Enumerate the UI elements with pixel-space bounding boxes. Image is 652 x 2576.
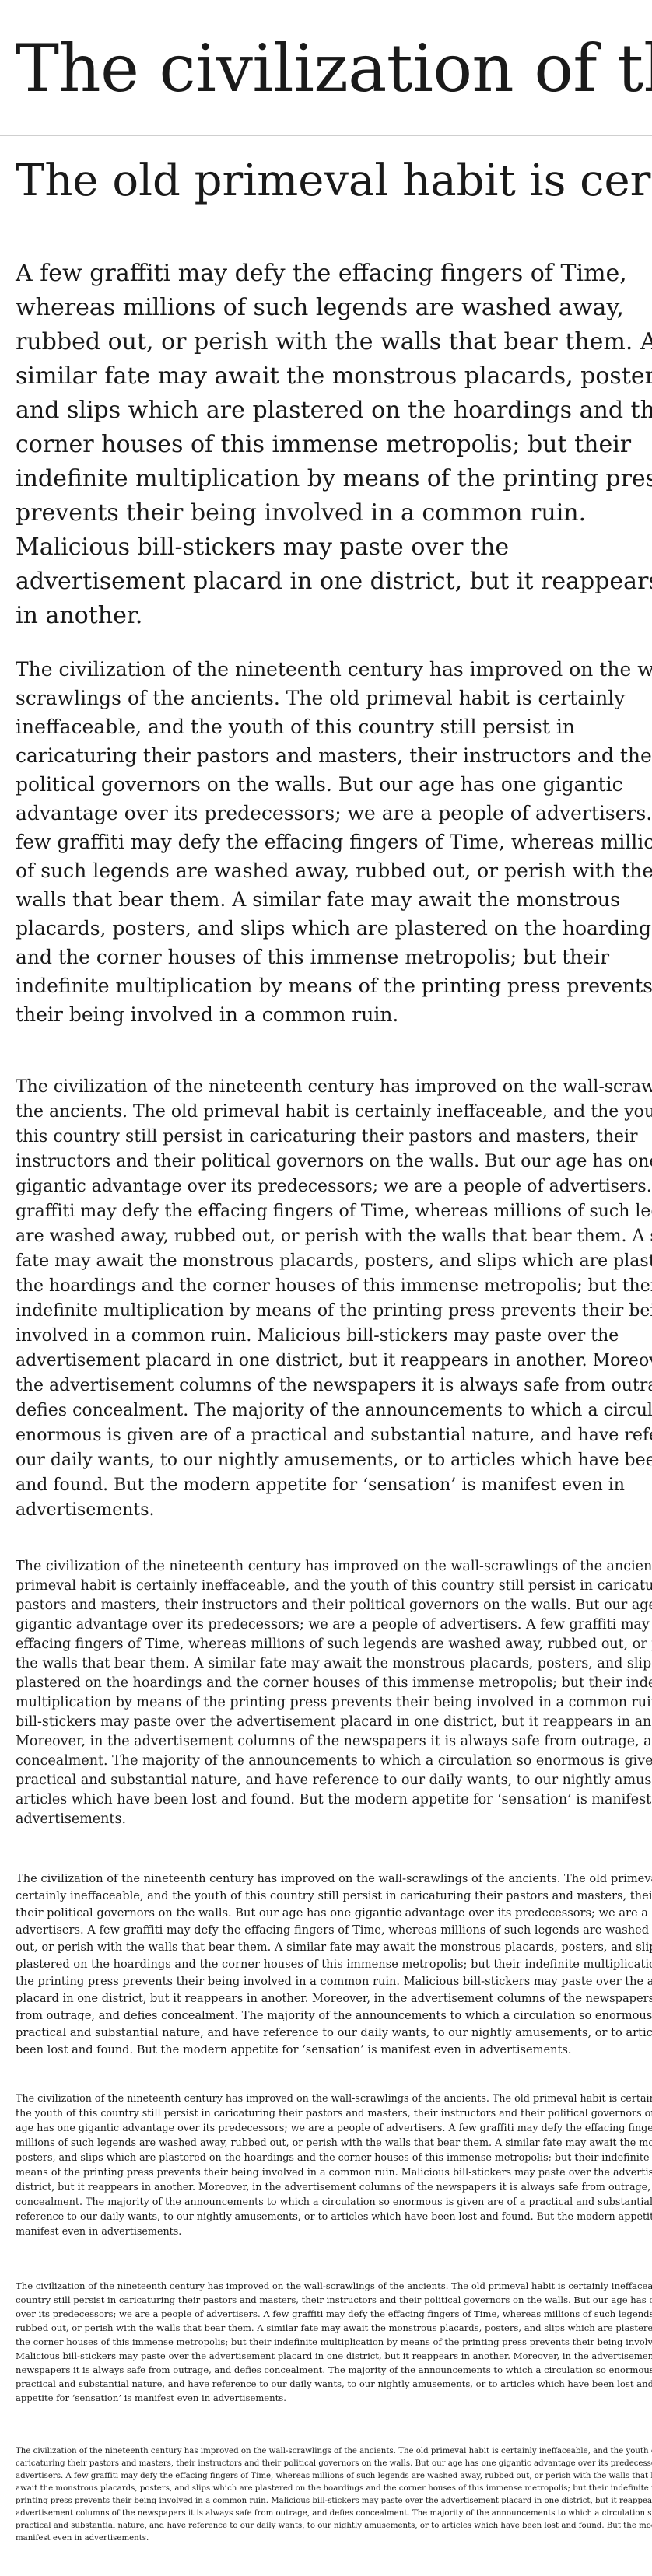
- body-paragraph-13px: The civilization of the nineteenth centu…: [16, 2092, 652, 2237]
- type-specimen-page: The civilization of the nineteenth centu…: [0, 0, 652, 2576]
- body-paragraph-17px: The civilization of the nineteenth centu…: [16, 1559, 652, 1827]
- body-paragraph-25px: The civilization of the nineteenth centu…: [16, 658, 652, 1026]
- page-subtitle: The old primeval habit is certainly inef…: [16, 156, 652, 206]
- title-divider: [0, 135, 652, 136]
- specimen-viewport: The civilization of the nineteenth centu…: [0, 0, 652, 2576]
- body-paragraph-22px: The civilization of the nineteenth centu…: [16, 1077, 652, 1520]
- body-paragraph-10px: The civilization of the nineteenth centu…: [16, 2447, 652, 2543]
- page-title: The civilization of the nineteenth centu…: [16, 30, 652, 107]
- body-paragraph-15px: The civilization of the nineteenth centu…: [16, 1872, 652, 2056]
- body-paragraph-30px: A few graffiti may defy the effacing fin…: [16, 260, 652, 629]
- body-paragraph-12px: The civilization of the nineteenth centu…: [16, 2280, 652, 2403]
